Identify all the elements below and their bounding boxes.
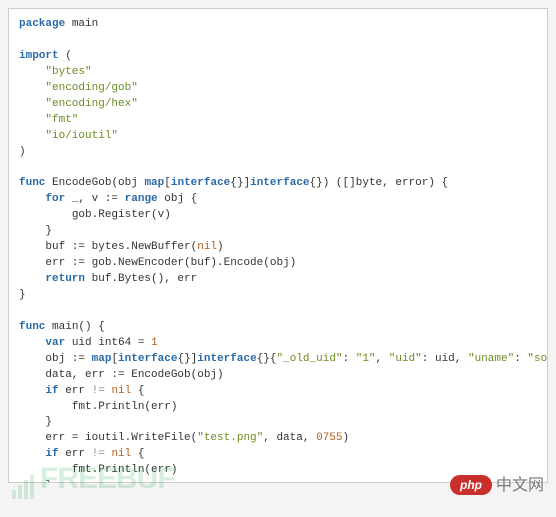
- func-encodegob: EncodeGob: [52, 177, 111, 189]
- keyword-range: range: [125, 193, 158, 205]
- keyword-return: return: [45, 273, 85, 285]
- import-ioutil: "io/ioutil": [45, 130, 118, 142]
- encoder-line: err := gob.NewEncoder(buf).Encode(obj): [45, 257, 296, 269]
- keyword-interface: interface: [171, 177, 230, 189]
- import-fmt: "fmt": [45, 114, 78, 126]
- keyword-import: import: [19, 50, 59, 62]
- import-hex: "encoding/hex": [45, 98, 137, 110]
- func-main: main: [52, 321, 78, 333]
- println-err: fmt.Println(err): [72, 401, 178, 413]
- gob-register: gob.Register(v): [72, 209, 171, 221]
- import-gob: "encoding/gob": [45, 82, 137, 94]
- keyword-map: map: [144, 177, 164, 189]
- filename-literal: "test.png": [197, 432, 263, 444]
- code-block: package main import ( "bytes" "encoding/…: [8, 8, 548, 483]
- encode-call: data, err := EncodeGob(obj): [45, 369, 223, 381]
- keyword-var: var: [45, 337, 65, 349]
- keyword-package: package: [19, 18, 65, 30]
- nil-literal: nil: [197, 241, 217, 253]
- import-bytes: "bytes": [45, 66, 91, 78]
- keyword-for: for: [45, 193, 65, 205]
- literal-one: 1: [151, 337, 158, 349]
- keyword-if: if: [45, 385, 58, 397]
- package-name: main: [72, 18, 98, 30]
- mode-literal: 0755: [316, 432, 342, 444]
- keyword-func: func: [19, 177, 45, 189]
